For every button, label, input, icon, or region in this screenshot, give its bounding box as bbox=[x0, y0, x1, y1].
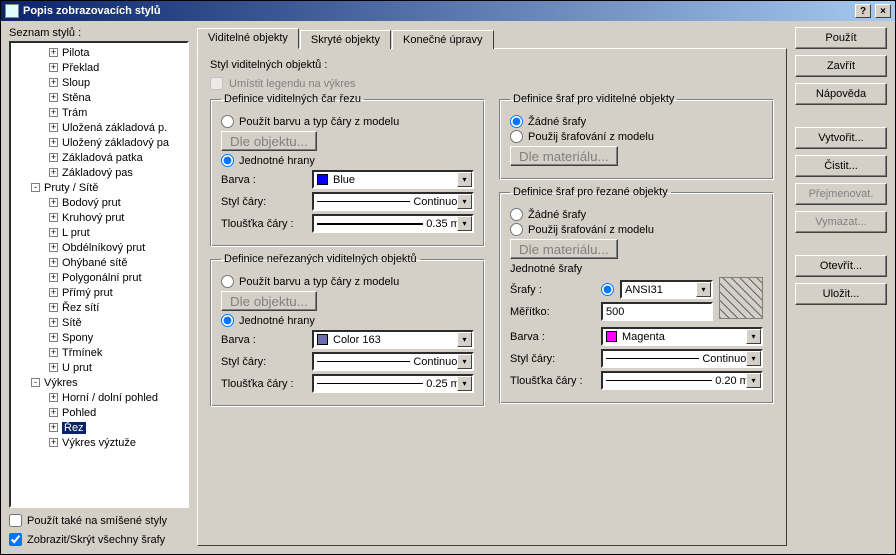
tree-item[interactable]: +Řez sítí bbox=[11, 300, 187, 315]
help-button[interactable]: ? bbox=[855, 4, 871, 18]
fs2-opt-uniform[interactable]: Jednotné hrany bbox=[221, 314, 474, 327]
fs4-none[interactable]: Žádné šrafy bbox=[510, 208, 763, 221]
fs1-thickness[interactable]: 0.35 mm▾ bbox=[312, 214, 474, 233]
tree-item[interactable]: +Ohýbané sítě bbox=[11, 255, 187, 270]
fs2-opt-model[interactable]: Použít barvu a typ čáry z modelu bbox=[221, 275, 474, 288]
fs4-color[interactable]: Magenta▾ bbox=[601, 327, 763, 346]
delete-button[interactable]: Vymazat... bbox=[795, 211, 887, 233]
fs4-thickness[interactable]: 0.20 mm▾ bbox=[601, 371, 763, 390]
tree-item[interactable]: +Obdélníkový prut bbox=[11, 240, 187, 255]
fs2-thickness[interactable]: 0.25 mm▾ bbox=[312, 374, 474, 393]
fs3-model[interactable]: Použij šrafování z modelu bbox=[510, 130, 763, 143]
fs-visible-uncut: Definice neřezaných viditelných objektů … bbox=[210, 253, 485, 407]
tree-item[interactable]: +Sloup bbox=[11, 75, 187, 90]
tree-item[interactable]: -Výkres bbox=[11, 375, 187, 390]
tree-item[interactable]: +Základová patka bbox=[11, 150, 187, 165]
tree-item[interactable]: +Základový pas bbox=[11, 165, 187, 180]
tree-heading: Seznam stylů : bbox=[9, 27, 189, 39]
tree-item[interactable]: +Uložená základová p. bbox=[11, 120, 187, 135]
fs-hatch-visible: Definice šraf pro viditelné objekty Žádn… bbox=[499, 93, 774, 180]
tree-item[interactable]: +Pohled bbox=[11, 405, 187, 420]
open-button[interactable]: Otevřít... bbox=[795, 255, 887, 277]
tree-item[interactable]: -Pruty / Sítě bbox=[11, 180, 187, 195]
fs2-color[interactable]: Color 163▾ bbox=[312, 330, 474, 349]
fs1-linestyle[interactable]: Continuous▾ bbox=[312, 192, 474, 211]
fs4-hatch[interactable]: ANSI31▾ bbox=[620, 280, 713, 299]
fs-visible-cut: Definice viditelných čar řezu Použít bar… bbox=[210, 93, 485, 247]
show-hatch-check[interactable]: Zobrazit/Skrýt všechny šrafy bbox=[9, 533, 189, 546]
tree-item[interactable]: +Bodový prut bbox=[11, 195, 187, 210]
tree-item[interactable]: +L prut bbox=[11, 225, 187, 240]
fs1-by-object[interactable]: Dle objektu... bbox=[221, 131, 317, 151]
tree-item[interactable]: +Polygonální prut bbox=[11, 270, 187, 285]
tab-2[interactable]: Konečné úpravy bbox=[392, 30, 494, 49]
tree-item[interactable]: +Třmínek bbox=[11, 345, 187, 360]
rename-button[interactable]: Přejmenovat. bbox=[795, 183, 887, 205]
fs3-none[interactable]: Žádné šrafy bbox=[510, 115, 763, 128]
close-button[interactable]: × bbox=[875, 4, 891, 18]
clear-button[interactable]: Čistit... bbox=[795, 155, 887, 177]
tree-item[interactable]: +Spony bbox=[11, 330, 187, 345]
tree-item[interactable]: +Řez bbox=[11, 420, 187, 435]
fs4-by-material[interactable]: Dle materiálu... bbox=[510, 239, 618, 259]
tree-item[interactable]: +Překlad bbox=[11, 60, 187, 75]
fs2-linestyle[interactable]: Continuous▾ bbox=[312, 352, 474, 371]
titlebar: Popis zobrazovacích stylů ? × bbox=[1, 1, 895, 21]
tab-0[interactable]: Viditelné objekty bbox=[197, 28, 299, 49]
mixed-styles-check[interactable]: Použít také na smíšené styly bbox=[9, 514, 189, 527]
page-heading: Styl viditelných objektů : bbox=[210, 59, 774, 71]
tab-1[interactable]: Skryté objekty bbox=[300, 30, 391, 49]
tree-item[interactable]: +Kruhový prut bbox=[11, 210, 187, 225]
fs1-opt-model[interactable]: Použít barvu a typ čáry z modelu bbox=[221, 115, 474, 128]
style-tree[interactable]: +Pilota+Překlad+Sloup+Stěna+Trám+Uložená… bbox=[9, 41, 189, 508]
legend-checkbox: Umístit legendu na výkres bbox=[210, 77, 774, 90]
hatch-preview bbox=[719, 277, 763, 319]
tree-item[interactable]: +Přímý prut bbox=[11, 285, 187, 300]
create-button[interactable]: Vytvořit... bbox=[795, 127, 887, 149]
tree-item[interactable]: +U prut bbox=[11, 360, 187, 375]
fs4-scale[interactable]: 500 bbox=[601, 302, 713, 321]
fs1-color[interactable]: Blue▾ bbox=[312, 170, 474, 189]
tree-item[interactable]: +Výkres výztuže bbox=[11, 435, 187, 450]
fs3-by-material[interactable]: Dle materiálu... bbox=[510, 146, 618, 166]
tree-item[interactable]: +Stěna bbox=[11, 90, 187, 105]
app-icon bbox=[5, 4, 19, 18]
tree-item[interactable]: +Horní / dolní pohled bbox=[11, 390, 187, 405]
tree-item[interactable]: +Sítě bbox=[11, 315, 187, 330]
tree-item[interactable]: +Pilota bbox=[11, 45, 187, 60]
fs2-by-object[interactable]: Dle objektu... bbox=[221, 291, 317, 311]
help-button-side[interactable]: Nápověda bbox=[795, 83, 887, 105]
tree-item[interactable]: +Uložený základový pa bbox=[11, 135, 187, 150]
tree-item[interactable]: +Trám bbox=[11, 105, 187, 120]
save-button[interactable]: Uložit... bbox=[795, 283, 887, 305]
fs4-linestyle[interactable]: Continuous▾ bbox=[601, 349, 763, 368]
window-title: Popis zobrazovacích stylů bbox=[23, 5, 851, 17]
tab-strip: Viditelné objektySkryté objektyKonečné ú… bbox=[197, 28, 787, 49]
fs4-uniform[interactable] bbox=[601, 283, 614, 296]
fs-hatch-cut: Definice šraf pro řezané objekty Žádné š… bbox=[499, 186, 774, 404]
fs4-model[interactable]: Použij šrafování z modelu bbox=[510, 223, 763, 236]
close-dialog-button[interactable]: Zavřít bbox=[795, 55, 887, 77]
fs1-opt-uniform[interactable]: Jednotné hrany bbox=[221, 154, 474, 167]
apply-button[interactable]: Použít bbox=[795, 27, 887, 49]
